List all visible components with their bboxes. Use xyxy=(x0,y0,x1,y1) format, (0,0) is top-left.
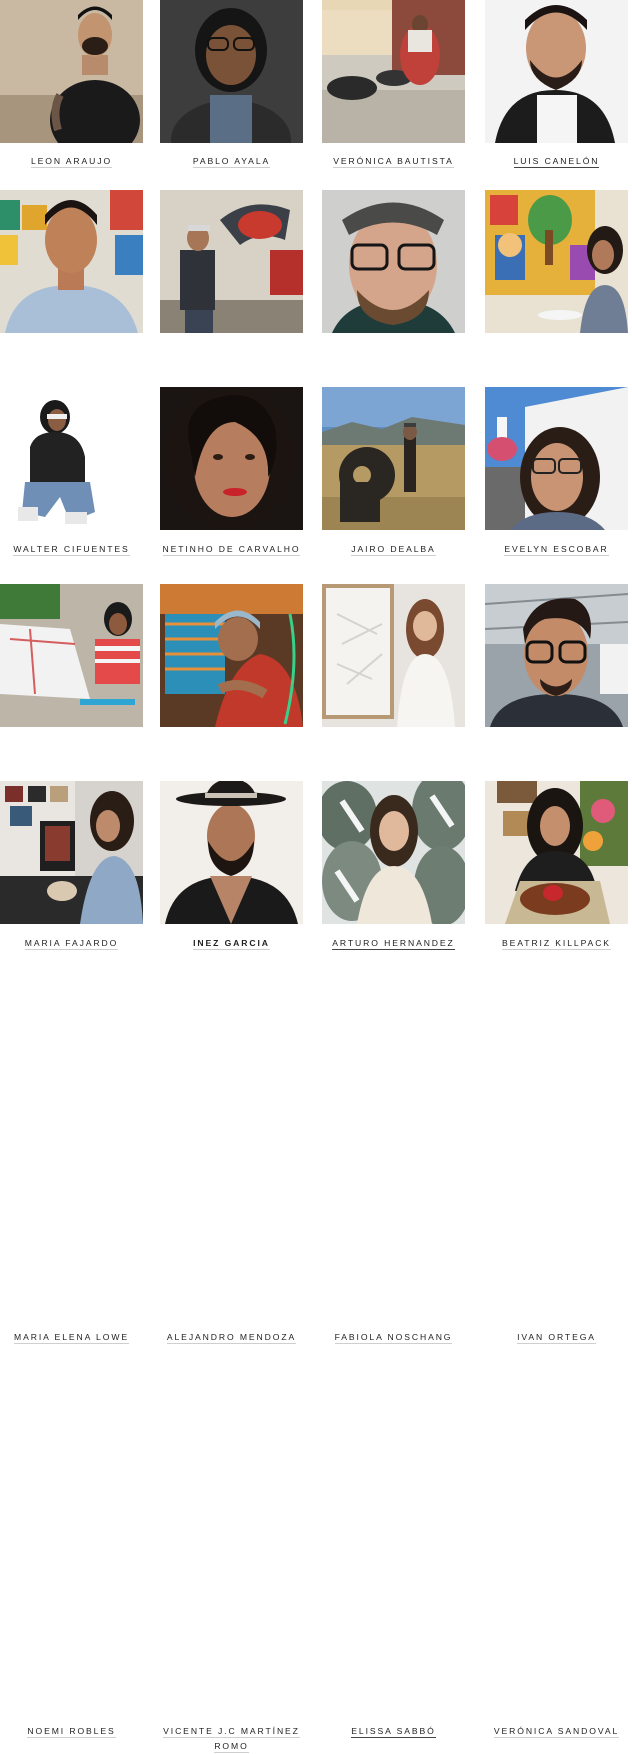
artist-photo[interactable] xyxy=(0,190,143,333)
artist-name[interactable]: NOEMI ROBLES xyxy=(0,1724,147,1739)
artist-photo[interactable] xyxy=(160,387,303,530)
artist-name[interactable]: EVELYN ESCOBAR xyxy=(481,542,632,557)
artist-name[interactable]: LUIS CANELÓN xyxy=(481,154,632,169)
artist-name[interactable]: WALTER CIFUENTES xyxy=(0,542,147,557)
artist-name[interactable]: VERÓNICA BAUTISTA xyxy=(318,154,469,169)
artist-name[interactable]: ALEJANDRO MENDOZA xyxy=(156,1330,307,1345)
artist-name[interactable]: MARIA FAJARDO xyxy=(0,936,147,951)
artist-name[interactable]: MARIA ELENA LOWE xyxy=(0,1330,147,1345)
artist-name[interactable]: LEON ARAUJO xyxy=(0,154,147,169)
artist-grid: LEON ARAUJO PABLO AYALA VERÓNICA BAUTIST… xyxy=(0,0,632,1753)
artist-photo[interactable] xyxy=(485,584,628,727)
artist-name[interactable]: VERÓNICA SANDOVAL xyxy=(481,1724,632,1739)
artist-name[interactable]: PABLO AYALA xyxy=(156,154,307,169)
artist-photo[interactable] xyxy=(0,387,143,530)
artist-photo[interactable] xyxy=(160,781,303,924)
artist-name[interactable]: JAIRO DEALBA xyxy=(318,542,469,557)
artist-name[interactable]: ELISSA SABBÓ xyxy=(318,1724,469,1739)
artist-photo[interactable] xyxy=(0,781,143,924)
artist-photo[interactable] xyxy=(485,0,628,143)
artist-name[interactable]: ARTURO HERNANDEZ xyxy=(318,936,469,951)
artist-photo[interactable] xyxy=(322,190,465,333)
artist-name[interactable]: BEATRIZ KILLPACK xyxy=(481,936,632,951)
artist-photo[interactable] xyxy=(485,387,628,530)
artist-photo[interactable] xyxy=(0,0,143,143)
artist-photo[interactable] xyxy=(485,190,628,333)
artist-name[interactable]: VICENTE J.C MARTÍNEZ ROMO xyxy=(156,1724,307,1754)
artist-name[interactable]: IVAN ORTEGA xyxy=(481,1330,632,1345)
artist-photo[interactable] xyxy=(160,0,303,143)
artist-photo[interactable] xyxy=(160,584,303,727)
artist-photo[interactable] xyxy=(322,0,465,143)
artist-name[interactable]: NETINHO DE CARVALHO xyxy=(156,542,307,557)
artist-name[interactable]: INEZ GARCIA xyxy=(156,936,307,951)
artist-name[interactable]: FABIOLA NOSCHANG xyxy=(318,1330,469,1345)
artist-photo[interactable] xyxy=(322,781,465,924)
artist-photo[interactable] xyxy=(322,584,465,727)
artist-photo[interactable] xyxy=(322,387,465,530)
artist-photo[interactable] xyxy=(0,584,143,727)
artist-photo[interactable] xyxy=(160,190,303,333)
artist-photo[interactable] xyxy=(485,781,628,924)
